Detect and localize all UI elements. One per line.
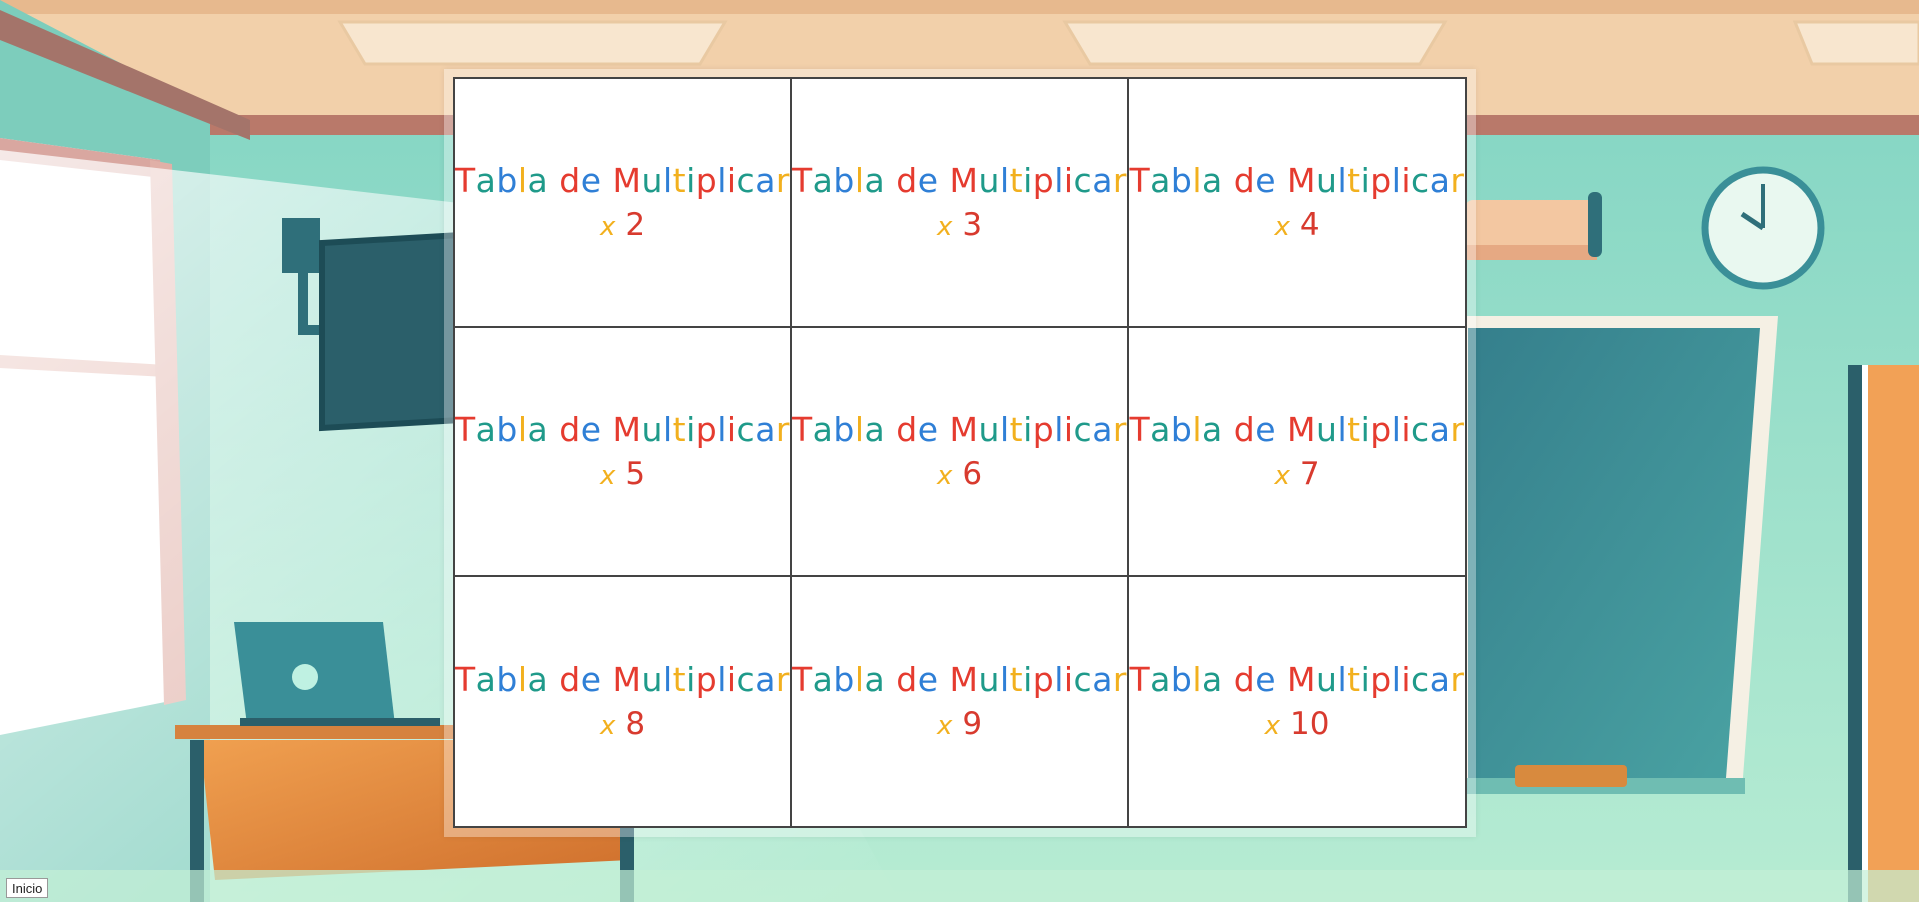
eraser — [1515, 765, 1627, 787]
times-icon: x — [599, 460, 616, 491]
card-title: Tabla de Multiplicar — [1129, 410, 1465, 450]
card-multiplier: x5 — [599, 455, 646, 492]
table-card-3[interactable]: Tabla de Multiplicar x3 — [792, 79, 1129, 328]
card-multiplier: x 10 — [1264, 705, 1330, 742]
times-icon: x — [936, 710, 953, 741]
times-icon: x — [936, 211, 953, 242]
times-icon: x — [936, 460, 953, 491]
times-icon: x — [1264, 710, 1280, 741]
card-multiplier: x9 — [936, 705, 983, 742]
card-title: Tabla de Multiplicar — [792, 161, 1127, 201]
table-card-6[interactable]: Tabla de Multiplicar x6 — [792, 328, 1129, 577]
chalkboard — [1468, 328, 1760, 778]
ceiling-light — [1792, 20, 1919, 66]
start-button[interactable]: Inicio — [6, 878, 49, 898]
card-title: Tabla de Multiplicar — [792, 410, 1127, 450]
card-title: Tabla de Multiplicar — [455, 660, 790, 700]
times-icon: x — [1274, 460, 1290, 491]
times-icon: x — [599, 710, 616, 741]
ceiling-light — [1062, 20, 1448, 66]
times-icon: x — [599, 211, 616, 242]
card-multiplier: x6 — [936, 455, 983, 492]
card-multiplier: x2 — [599, 206, 646, 243]
table-card-8[interactable]: Tabla de Multiplicar x8 — [455, 577, 792, 826]
card-title: Tabla de Multiplicar — [1129, 660, 1465, 700]
card-title: Tabla de Multiplicar — [455, 161, 790, 201]
card-title: Tabla de Multiplicar — [1129, 161, 1465, 201]
times-icon: x — [1274, 211, 1290, 242]
table-card-9[interactable]: Tabla de Multiplicar x9 — [792, 577, 1129, 826]
ceiling-light — [337, 20, 728, 66]
card-multiplier: x8 — [599, 705, 646, 742]
card-multiplier: x7 — [1274, 455, 1320, 492]
card-title: Tabla de Multiplicar — [792, 660, 1127, 700]
card-multiplier: x4 — [1274, 206, 1320, 243]
table-card-5[interactable]: Tabla de Multiplicar x5 — [455, 328, 792, 577]
tv-screen — [319, 231, 463, 432]
table-card-4[interactable]: Tabla de Multiplicar x4 — [1129, 79, 1465, 328]
table-card-10[interactable]: Tabla de Multiplicar x 10 — [1129, 577, 1465, 826]
table-card-7[interactable]: Tabla de Multiplicar x7 — [1129, 328, 1465, 577]
table-card-2[interactable]: Tabla de Multiplicar x2 — [455, 79, 792, 328]
card-multiplier: x3 — [936, 206, 983, 243]
multiplication-card-grid: Tabla de Multiplicar x2 Tabla de Multipl… — [453, 77, 1467, 828]
card-title: Tabla de Multiplicar — [455, 410, 790, 450]
